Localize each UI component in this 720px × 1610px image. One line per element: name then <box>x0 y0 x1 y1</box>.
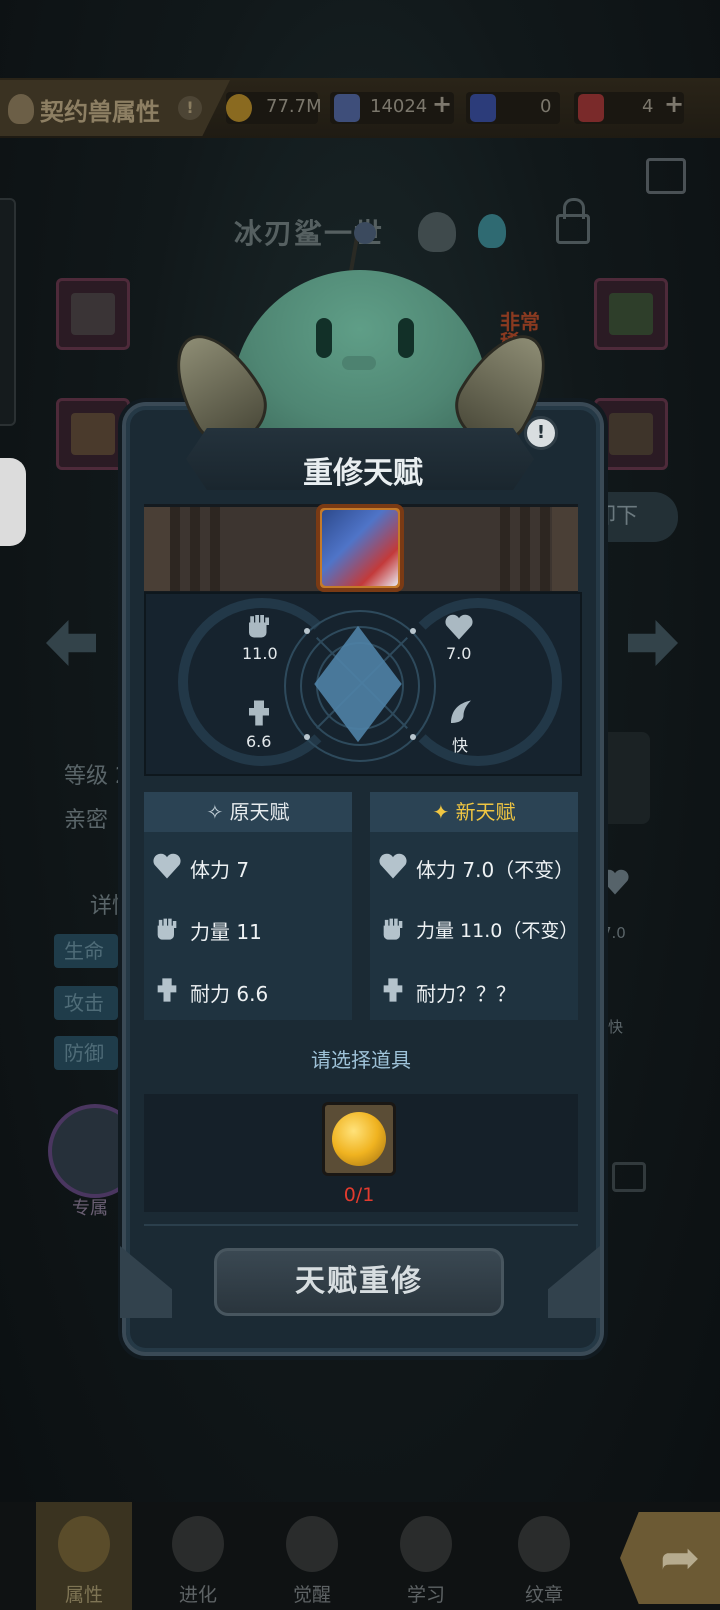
endurance-value: 6.6 <box>246 732 272 751</box>
banner-strip <box>520 507 530 591</box>
creature-mouth <box>342 356 376 370</box>
creature-antenna-ball <box>354 222 376 244</box>
new-talent-title: 新天赋 <box>455 800 516 824</box>
muscle-icon <box>249 700 269 726</box>
red-card-add-button[interactable]: + <box>664 90 684 118</box>
gold-coin-icon <box>226 94 252 122</box>
nav-label: 进化 <box>178 1584 217 1606</box>
blue-crystal-icon <box>334 94 360 122</box>
radar-dot <box>304 734 310 740</box>
lock-icon[interactable] <box>556 214 590 244</box>
red-card-value: 4 <box>642 96 654 117</box>
fist-icon <box>383 918 403 940</box>
nav-tab-evolve[interactable]: 进化 <box>150 1502 246 1610</box>
equip-slot-armor[interactable] <box>56 398 130 470</box>
crystal-add-button[interactable]: + <box>432 90 452 118</box>
hp-value: 7.0 <box>446 644 472 663</box>
red-card-icon <box>578 94 604 122</box>
crystal-value: 14024 <box>370 96 428 117</box>
radar-dot <box>410 734 416 740</box>
gold-value: 77.7M <box>266 96 322 117</box>
sparkle-icon: ✦ <box>432 800 450 824</box>
old-talent-title: 原天赋 <box>229 800 290 824</box>
old-hp-row: 体力 7 <box>190 858 250 882</box>
banner-strip <box>500 507 510 591</box>
banner-strip <box>170 507 180 591</box>
nav-tab-awaken[interactable]: 觉醒 <box>264 1502 360 1610</box>
flame-icon <box>8 94 34 124</box>
new-power-row: 力量 11.0（不变） <box>416 920 579 942</box>
dialog-divider <box>144 1224 578 1226</box>
intimacy-label: 亲密 <box>64 808 109 833</box>
nav-label: 学习 <box>406 1584 445 1606</box>
banner-strip <box>210 507 220 591</box>
info-icon[interactable]: ! <box>524 416 558 450</box>
water-element-icon <box>478 214 506 248</box>
speed-value: 快 <box>452 736 469 755</box>
heart-icon <box>601 869 629 895</box>
study-claw-icon <box>400 1516 452 1572</box>
equip-slot-necklace[interactable] <box>594 278 668 350</box>
select-item-prompt: 请选择道具 <box>311 1048 411 1072</box>
exclusive-label: 专属 <box>72 1198 108 1219</box>
nav-tab-attributes[interactable]: 属性 <box>36 1502 132 1610</box>
dialog-title: 重修天赋 <box>303 456 423 491</box>
banner-strip <box>540 507 550 591</box>
old-power-row: 力量 11 <box>190 920 262 944</box>
fist-icon <box>249 615 269 638</box>
creature-eye-left <box>316 318 332 358</box>
heart-icon <box>445 614 473 640</box>
equip-slot-claw[interactable] <box>56 278 130 350</box>
nav-label: 属性 <box>64 1584 103 1606</box>
blue-card-icon <box>470 94 496 122</box>
bg-hp-value: 7.0 <box>602 924 626 942</box>
bg-speed-value: 快 <box>608 1018 624 1036</box>
banner-strip <box>190 507 200 591</box>
evolve-arrow-icon <box>172 1516 224 1572</box>
level-label: 等级 2 <box>64 764 129 789</box>
bg-stat-defense[interactable]: 防御 <box>54 1036 118 1070</box>
page-title: 契约兽属性 <box>40 98 160 126</box>
nav-label: 觉醒 <box>292 1584 331 1606</box>
muscle-icon <box>383 978 403 1002</box>
golden-fruit-icon <box>332 1112 386 1166</box>
radar-dot <box>410 628 416 634</box>
left-side-panel <box>0 198 16 426</box>
lock-icon <box>612 1162 646 1192</box>
nav-label: 纹章 <box>524 1584 563 1606</box>
item-count: 0/1 <box>343 1184 375 1206</box>
muscle-icon <box>157 978 177 1002</box>
blue-card-value: 0 <box>540 96 552 117</box>
creature-eye-right <box>398 318 414 358</box>
new-endurance-row: 耐力？？？ <box>416 982 516 1006</box>
crest-icon <box>518 1516 570 1572</box>
awaken-mask-icon <box>286 1516 338 1572</box>
heart-icon <box>379 853 407 879</box>
old-endurance-row: 耐力 6.6 <box>190 982 269 1006</box>
leaf-element-icon <box>418 212 456 252</box>
old-talent-header: ✧ 原天赋 <box>144 792 352 832</box>
reroll-talent-button[interactable]: 天赋重修 <box>214 1248 504 1316</box>
share-icon[interactable] <box>646 158 686 194</box>
power-value: 11.0 <box>242 644 278 663</box>
equip-slot-collar[interactable] <box>594 398 668 470</box>
nav-tab-crest[interactable]: 纹章 <box>496 1502 592 1610</box>
wing-icon <box>451 700 471 723</box>
pet-portrait <box>322 510 398 586</box>
bg-stat-attack[interactable]: 攻击 <box>54 986 118 1020</box>
new-talent-header: ✦ 新天赋 <box>370 792 578 832</box>
nav-tab-study[interactable]: 学习 <box>378 1502 474 1610</box>
paw-icon <box>58 1516 110 1572</box>
radar-dot <box>304 628 310 634</box>
share-arrow-icon: ➦ <box>660 1530 701 1586</box>
fist-icon <box>157 918 177 940</box>
sparkle-icon: ✧ <box>206 800 224 824</box>
left-side-tab[interactable] <box>0 458 26 546</box>
heart-icon <box>153 853 181 879</box>
info-icon[interactable]: ! <box>178 96 202 120</box>
bg-stat-hp[interactable]: 生命 <box>54 934 118 968</box>
new-hp-row: 体力 7.0（不变） <box>416 858 575 882</box>
